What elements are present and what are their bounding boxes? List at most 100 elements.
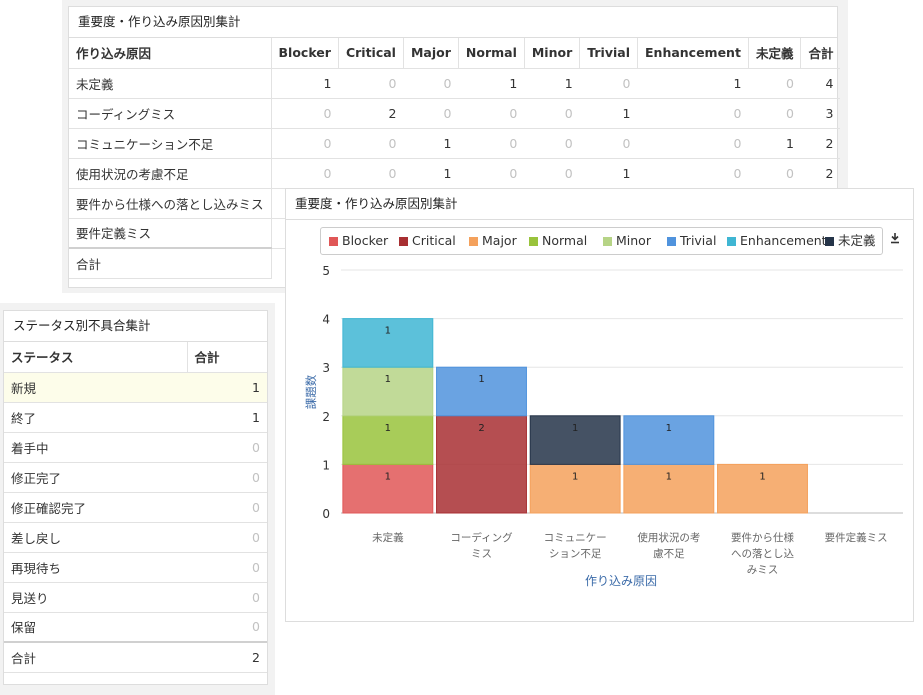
row-label: コーディングミス	[69, 98, 272, 129]
table-cell: 0	[748, 158, 801, 189]
table-cell: 3	[800, 98, 841, 129]
table-row: コーディングミス 0 2 0 0 0 1 0 0 3	[69, 98, 841, 129]
x-tick-label: 未定義	[372, 531, 404, 544]
data-label: 1	[478, 374, 484, 385]
x-tick-line: コミュニケー	[544, 532, 607, 544]
x-tick-line: みミス	[747, 564, 779, 576]
x-tick-label: 要件定義ミス	[825, 531, 888, 544]
x-axis-label: 作り込み原因	[585, 574, 657, 588]
severity-cause-chart-panel: 重要度・作り込み原因別集計 Blocker Critical Major Normal…	[285, 188, 914, 622]
total-value: 2	[187, 641, 267, 673]
table-cell: 2	[800, 158, 841, 189]
table-cell: 0	[271, 158, 339, 189]
table-row[interactable]: 再現待ち 0	[4, 552, 267, 583]
table-cell: 0	[524, 98, 580, 129]
y-tick-label: 3	[322, 361, 330, 375]
x-tick-line: 要件定義ミス	[825, 531, 888, 544]
status-label: 差し戻し	[4, 522, 187, 553]
table-row[interactable]: 修正確認完了 0	[4, 492, 267, 523]
table-cell: 0	[403, 68, 459, 99]
table-row[interactable]: 見送り 0	[4, 582, 267, 613]
status-label: 修正確認完了	[4, 492, 187, 523]
data-label: 1	[572, 471, 578, 482]
table-cell: 0	[637, 128, 749, 159]
status-count: 0	[187, 492, 267, 523]
table-row[interactable]: 着手中 0	[4, 432, 267, 463]
table-cell: 1	[524, 68, 580, 99]
table-cell: 0	[271, 128, 339, 159]
table-cell: 0	[524, 158, 580, 189]
table-row[interactable]: 新規 1	[4, 372, 267, 403]
table-row[interactable]: 終了 1	[4, 402, 267, 433]
table-cell: 0	[748, 98, 801, 129]
table-cell: 0	[458, 158, 525, 189]
table-cell: 1	[748, 128, 801, 159]
table-cell: 1	[579, 158, 638, 189]
table-cell: 0	[458, 128, 525, 159]
y-axis-label: 課題数	[304, 374, 318, 409]
table-row[interactable]: 差し戻し 0	[4, 522, 267, 553]
x-tick-line: 要件から仕様	[731, 531, 794, 544]
data-label: 2	[478, 423, 484, 434]
x-tick-line: 使用状況の考	[637, 531, 700, 544]
table1-header-1: Blocker	[271, 38, 339, 69]
table1-header-7: Enhancement	[637, 38, 749, 69]
table1-header-8: 未定義	[748, 38, 802, 69]
data-label: 1	[385, 374, 391, 385]
table-cell: 1	[403, 128, 459, 159]
table-row[interactable]: 修正完了 0	[4, 462, 267, 493]
status-count: 0	[187, 522, 267, 553]
status-count: 0	[187, 462, 267, 493]
row-label: コミュニケーション不足	[69, 128, 272, 159]
status-table: ステータス 合計 新規 1 終了 1 着手中 0 修正完了 0 修正確認完了 0 差し戻し 0 再現待ち 0…	[4, 342, 267, 673]
table-cell: 0	[271, 98, 339, 129]
x-tick-label: コミュニケーション不足	[544, 532, 607, 560]
status-label: 保留	[4, 612, 187, 643]
table-cell: 0	[637, 98, 749, 129]
data-label: 1	[385, 471, 391, 482]
table-row[interactable]: 保留 0	[4, 612, 267, 643]
row-label: 要件から仕様への落とし込みミス	[69, 188, 272, 219]
row-label: 要件定義ミス	[69, 218, 272, 249]
table-cell: 0	[338, 68, 404, 99]
table1-header-6: Trivial	[579, 38, 638, 69]
data-label: 1	[666, 471, 672, 482]
y-tick-label: 4	[322, 313, 330, 327]
table-cell: 0	[524, 128, 580, 159]
table1-header-5: Minor	[524, 38, 581, 69]
table-cell: 1	[458, 68, 525, 99]
table-cell: 1	[637, 68, 749, 99]
x-tick-label: 要件から仕様への落とし込みミス	[731, 531, 794, 576]
y-tick-label: 5	[322, 264, 330, 278]
row-label: 使用状況の考慮不足	[69, 158, 272, 189]
status-label: 新規	[4, 372, 187, 403]
x-tick-line: 慮不足	[653, 547, 685, 560]
x-tick-label: 使用状況の考慮不足	[637, 531, 700, 560]
table-cell: 1	[403, 158, 459, 189]
y-tick-label: 1	[322, 458, 330, 472]
table-cell: 0	[338, 128, 404, 159]
data-label: 1	[666, 423, 672, 434]
status-label: 再現待ち	[4, 552, 187, 583]
status-count: 1	[187, 372, 267, 403]
table-row: 未定義 1 0 0 1 1 0 1 0 4	[69, 68, 841, 99]
table1-header-3: Major	[403, 38, 459, 69]
status-count: 0	[187, 612, 267, 643]
y-tick-label: 0	[322, 507, 330, 521]
table2-header-1: 合計	[187, 342, 267, 373]
table-cell: 1	[579, 98, 638, 129]
total-label: 合計	[4, 641, 187, 673]
data-label: 1	[385, 423, 391, 434]
x-tick-line: への落とし込	[731, 548, 794, 560]
stacked-bar-chart: 0 1 2 3 4 5 課題数 1 1 1 1 未定義 2 1 コーディングミス 1 1 コミュニケーション不足 1…	[304, 264, 903, 588]
status-label: 修正完了	[4, 462, 187, 493]
severity-cause-table-title: 重要度・作り込み原因別集計	[69, 7, 837, 38]
x-tick-line: ション不足	[549, 548, 602, 560]
status-table-panel: ステータス別不具合集計 ステータス 合計 新規 1 終了 1 着手中 0 修正完了 0 修正確認完…	[3, 310, 268, 685]
table1-header-0: 作り込み原因	[69, 38, 272, 69]
x-tick-line: コーディング	[450, 531, 513, 544]
x-tick-line: ミス	[471, 548, 492, 560]
table2-header-0: ステータス	[4, 342, 188, 373]
status-label: 着手中	[4, 432, 187, 463]
table-cell: 2	[800, 128, 841, 159]
